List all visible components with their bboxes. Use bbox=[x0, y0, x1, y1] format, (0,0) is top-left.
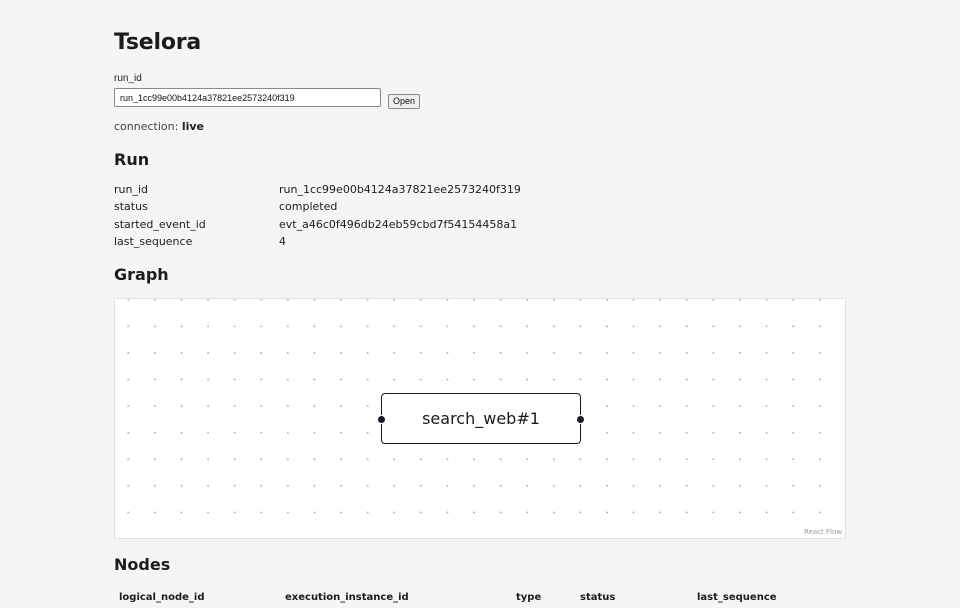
run-id-input[interactable] bbox=[114, 88, 381, 107]
run-field-value: run_1cc99e00b4124a37821ee2573240f319 bbox=[279, 183, 521, 196]
column-header: type bbox=[516, 592, 542, 603]
run-field-value: completed bbox=[279, 200, 338, 213]
graph-section-title: Graph bbox=[114, 265, 169, 284]
run-section-title: Run bbox=[114, 150, 150, 169]
connection-status: connection: live bbox=[114, 120, 204, 133]
graph-node[interactable]: search_web#1 bbox=[377, 393, 585, 444]
open-button[interactable]: Open bbox=[388, 94, 420, 109]
graph-canvas[interactable]: search_web#1 React Flow bbox=[114, 298, 846, 539]
column-header: status bbox=[580, 592, 616, 603]
run-field-value: evt_a46c0f496db24eb59cbd7f54154458a1 bbox=[279, 218, 518, 231]
nodes-section-title: Nodes bbox=[114, 555, 171, 574]
connection-value: live bbox=[181, 120, 204, 133]
run-field-row: started_event_id evt_a46c0f496db24eb59cb… bbox=[114, 218, 614, 234]
node-source-handle[interactable] bbox=[576, 414, 585, 424]
run-field-key: last_sequence bbox=[114, 235, 193, 248]
node-target-handle[interactable] bbox=[377, 414, 386, 424]
run-field-key: run_id bbox=[114, 183, 149, 196]
nodes-table-header: logical_node_id execution_instance_id ty… bbox=[114, 592, 846, 608]
run-field-key: started_event_id bbox=[114, 218, 206, 231]
run-field-row: status completed bbox=[114, 200, 614, 216]
column-header: logical_node_id bbox=[119, 592, 205, 603]
column-header: execution_instance_id bbox=[285, 592, 409, 603]
run-field-row: last_sequence 4 bbox=[114, 235, 614, 251]
connection-label: connection: bbox=[114, 120, 179, 133]
column-header: last_sequence bbox=[697, 592, 777, 603]
run-id-label: run_id bbox=[114, 73, 142, 84]
run-field-row: run_id run_1cc99e00b4124a37821ee2573240f… bbox=[114, 183, 614, 199]
run-field-value: 4 bbox=[279, 235, 286, 248]
app-title: Tselora bbox=[114, 30, 202, 55]
react-flow-attribution[interactable]: React Flow bbox=[803, 528, 843, 536]
run-field-key: status bbox=[114, 200, 148, 213]
graph-node-label: search_web#1 bbox=[422, 409, 540, 428]
